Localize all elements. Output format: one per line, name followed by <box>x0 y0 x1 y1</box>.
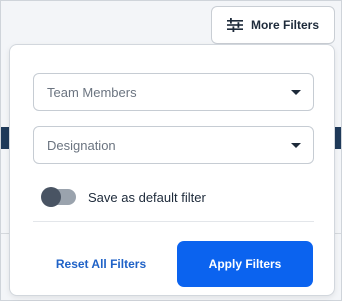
filter-panel: Team Members Designation Save as default… <box>9 44 335 296</box>
caret-down-icon <box>291 142 301 148</box>
reset-all-filters-button[interactable]: Reset All Filters <box>46 242 156 286</box>
default-filter-row: Save as default filter <box>41 186 206 208</box>
team-members-select[interactable]: Team Members <box>33 73 314 111</box>
panel-divider <box>33 221 314 222</box>
default-filter-label: Save as default filter <box>88 189 206 205</box>
background-header-strip <box>1 127 9 149</box>
more-filters-label: More Filters <box>250 18 319 32</box>
sliders-icon <box>226 18 243 32</box>
apply-filters-button[interactable]: Apply Filters <box>177 241 313 287</box>
team-members-label: Team Members <box>47 84 137 100</box>
background-divider <box>1 233 9 234</box>
designation-label: Designation <box>47 137 116 153</box>
toggle-knob <box>41 187 61 207</box>
caret-down-icon <box>291 89 301 95</box>
more-filters-button[interactable]: More Filters <box>211 6 335 44</box>
default-filter-toggle[interactable] <box>41 187 76 207</box>
filters-screen: More Filters Team Members Designation Sa… <box>0 0 342 301</box>
designation-select[interactable]: Designation <box>33 126 314 164</box>
